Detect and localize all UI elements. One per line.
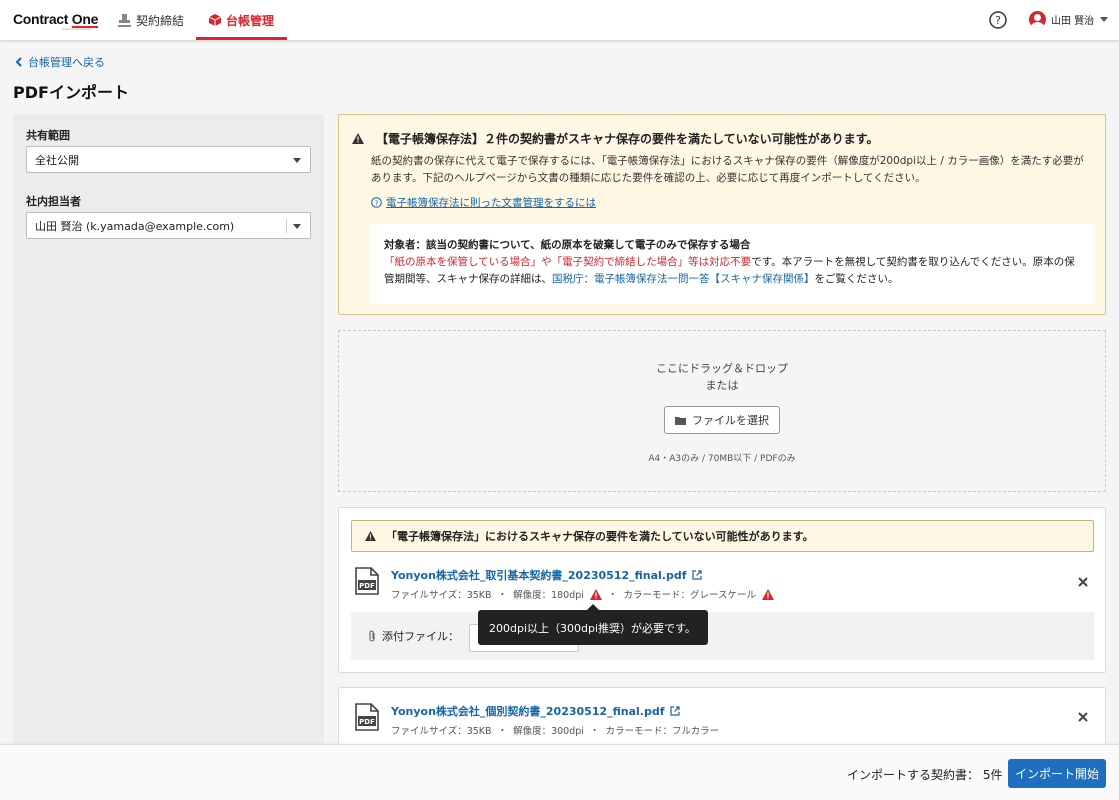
file-info: PDF Yonyon株式会社_個別契約書_20230512_final.pdf …: [355, 703, 719, 737]
contract-one-logo[interactable]: Contract One: [13, 11, 98, 27]
nav-ledger-label: 台帳管理: [225, 13, 274, 28]
pdf-file-icon: PDF: [355, 567, 379, 595]
dropzone-or-text: または: [705, 379, 739, 392]
user-menu[interactable]: 山田 賢治: [1029, 11, 1109, 28]
svg-text:?: ?: [995, 14, 1001, 27]
top-header: Contract One powered by Sansan 契約締結 台帳管理…: [0, 0, 1119, 40]
share-scope-label: 共有範囲: [26, 129, 70, 142]
attachment-row: 添付ファイル：: [351, 612, 1094, 660]
meta-separator: ・: [607, 590, 618, 601]
file-resolution: 解像度：180dpi: [513, 590, 584, 601]
dropzone-text: ここにドラッグ＆ドロップ: [656, 362, 788, 375]
ebook-law-alert: 【電子帳簿保存法】２件の契約書がスキャナ保存の要件を満たしていない可能性がありま…: [338, 114, 1106, 315]
svg-text:?: ?: [375, 200, 379, 208]
svg-text:PDF: PDF: [359, 582, 375, 590]
box-icon: [208, 14, 221, 26]
file-name-link[interactable]: Yonyon株式会社_個別契約書_20230512_final.pdf: [391, 703, 719, 719]
dropzone-restrictions: A4・A3のみ / 70MB以下 / PDFのみ: [648, 454, 796, 464]
resolution-warning-icon[interactable]: [589, 588, 602, 600]
back-to-ledger-link[interactable]: 台帳管理へ戻る: [15, 54, 105, 70]
file-warning-banner: 「電子帳簿保存法」におけるスキャナ保存の要件を満たしていない可能性があります。: [351, 520, 1094, 552]
owner-label: 社内担当者: [26, 195, 81, 208]
alert-title: 【電子帳簿保存法】２件の契約書がスキャナ保存の要件を満たしていない可能性がありま…: [352, 130, 878, 147]
back-link-label: 台帳管理へ戻る: [28, 56, 105, 69]
warning-icon: [365, 531, 376, 541]
meta-separator: ・: [589, 726, 600, 737]
select-file-button[interactable]: ファイルを選択: [664, 406, 780, 434]
alert-note-end: をご覧ください。: [814, 273, 899, 285]
caret-down-icon: [293, 158, 301, 163]
meta-separator: ・: [497, 726, 508, 737]
alert-note-red: 「紙の原本を保管している場合」や「電子契約で締結した場合」等は対応不要: [384, 256, 752, 268]
alert-note: 「紙の原本を保管している場合」や「電子契約で締結した場合」等は対応不要です。本ア…: [384, 254, 1080, 288]
nta-qa-link[interactable]: 国税庁：電子帳簿保存法一問一答【スキャナ保存関係】: [552, 273, 815, 285]
meta-separator: ・: [497, 590, 508, 601]
external-link-icon: [691, 570, 702, 580]
close-icon[interactable]: [1077, 711, 1089, 723]
close-icon[interactable]: [1077, 576, 1089, 588]
share-scope-value: 全社公開: [35, 153, 79, 167]
help-icon[interactable]: ?: [989, 11, 1007, 29]
owner-select[interactable]: 山田 賢治 (k.yamada@example.com): [26, 212, 311, 239]
user-name: 山田 賢治: [1051, 16, 1095, 27]
folder-icon: [675, 416, 686, 425]
file-size: ファイルサイズ：35KB: [391, 590, 492, 601]
file-name-link[interactable]: Yonyon株式会社_取引基本契約書_20230512_final.pdf: [391, 567, 774, 583]
svg-text:PDF: PDF: [359, 718, 375, 726]
external-link-icon: [669, 706, 680, 716]
color-warning-icon[interactable]: [761, 588, 774, 600]
owner-value: 山田 賢治 (k.yamada@example.com): [35, 219, 235, 233]
file-dropzone[interactable]: ここにドラッグ＆ドロップ または ファイルを選択 A4・A3のみ / 70MB以…: [338, 330, 1106, 492]
nav-ledger-management[interactable]: 台帳管理: [196, 0, 287, 40]
chevron-left-icon: [15, 57, 22, 67]
stamp-icon: [118, 13, 131, 27]
alert-target-text: 対象者：該当の契約書について、紙の原本を破棄して電子のみで保存する場合: [384, 239, 751, 251]
paperclip-icon: [369, 630, 375, 642]
nav-contract-signing[interactable]: 契約締結: [118, 0, 184, 40]
avatar-icon: [1029, 11, 1046, 28]
file-meta: ファイルサイズ：35KB ・ 解像度：300dpi ・ カラーモード：フルカラー: [391, 723, 719, 737]
resolution-tooltip: 200dpi以上（300dpi推奨）が必要です。: [478, 604, 708, 645]
file-meta: ファイルサイズ：35KB ・ 解像度：180dpi ・ カラーモード：グレースケ…: [391, 587, 774, 601]
file-name-text: Yonyon株式会社_個別契約書_20230512_final.pdf: [391, 705, 665, 718]
pdf-file-icon: PDF: [355, 703, 379, 731]
import-footer: インポートする契約書： 5件 インポート開始: [0, 744, 1119, 800]
select-file-label: ファイルを選択: [692, 414, 769, 427]
file-warning-text: 「電子帳簿保存法」におけるスキャナ保存の要件を満たしていない可能性があります。: [386, 530, 814, 543]
file-resolution: 解像度：300dpi: [513, 726, 584, 737]
file-info: PDF Yonyon株式会社_取引基本契約書_20230512_final.pd…: [355, 567, 774, 601]
attachment-label: 添付ファイル：: [382, 630, 459, 643]
alert-target-box: 対象者：該当の契約書について、紙の原本を破棄して電子のみで保存する場合 「紙の原…: [370, 224, 1094, 304]
ebook-law-help-link[interactable]: ? 電子帳簿保存法に則った文書管理をするには: [371, 195, 596, 210]
file-color-mode: カラーモード：フルカラー: [605, 726, 720, 737]
share-scope-select[interactable]: 全社公開: [26, 146, 311, 173]
select-separator: [286, 219, 287, 233]
nav-contract-label: 契約締結: [136, 13, 185, 28]
file-name-text: Yonyon株式会社_取引基本契約書_20230512_final.pdf: [391, 569, 687, 582]
file-size: ファイルサイズ：35KB: [391, 726, 492, 737]
chevron-down-icon: [1100, 17, 1109, 22]
warning-icon: [352, 133, 364, 144]
file-color-mode: カラーモード：グレースケール: [623, 590, 756, 601]
alert-title-text: 【電子帳簿保存法】２件の契約書がスキャナ保存の要件を満たしていない可能性がありま…: [376, 132, 879, 146]
page-title: PDFインポート: [13, 83, 129, 102]
help-link-label: 電子帳簿保存法に則った文書管理をするには: [386, 197, 596, 209]
help-circle-icon: ?: [371, 197, 382, 208]
start-import-button[interactable]: インポート開始: [1008, 759, 1106, 788]
file-card: PDF Yonyon株式会社_個別契約書_20230512_final.pdf …: [338, 687, 1106, 747]
settings-sidebar: 共有範囲 全社公開 社内担当者 山田 賢治 (k.yamada@example.…: [13, 114, 324, 800]
caret-down-icon: [293, 224, 301, 229]
logo-subtitle: powered by Sansan: [62, 27, 92, 31]
alert-body: 紙の契約書の保存に代えて電子で保存するには、「電子帳簿保存法」におけるスキャナ保…: [371, 155, 1084, 184]
import-count: インポートする契約書： 5件: [847, 768, 1003, 782]
file-card: 「電子帳簿保存法」におけるスキャナ保存の要件を満たしていない可能性があります。 …: [338, 507, 1106, 673]
